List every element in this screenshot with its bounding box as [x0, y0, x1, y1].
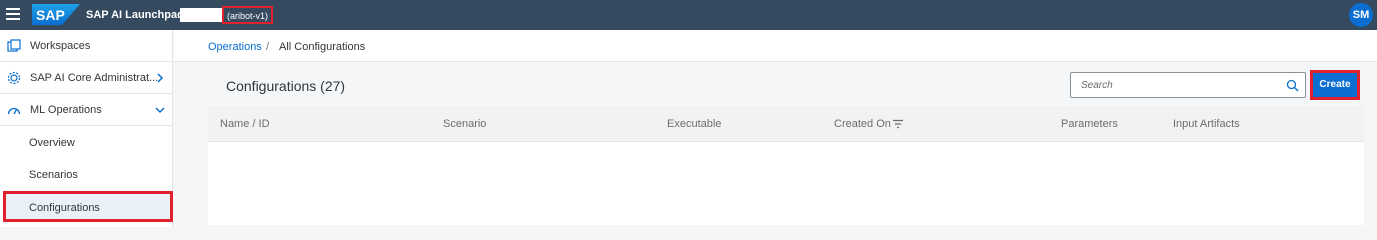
sidebar-item-label: SAP AI Core Administrat...	[30, 72, 159, 84]
breadcrumb-link-operations[interactable]: Operations	[208, 41, 262, 53]
svg-text:SAP: SAP	[36, 7, 65, 23]
sort-icon[interactable]	[892, 119, 904, 129]
redacted-tenant-name	[180, 8, 222, 22]
sidebar-item-overview[interactable]: Overview	[0, 127, 173, 159]
page-title: Configurations (27)	[226, 78, 346, 94]
column-header-input-artifacts[interactable]: Input Artifacts	[1173, 118, 1240, 130]
sidebar-item-ai-core-admin[interactable]: SAP AI Core Administrat...	[0, 62, 173, 94]
search-icon[interactable]	[1286, 79, 1299, 92]
search-placeholder: Search	[1081, 80, 1113, 91]
sidebar-item-label: ML Operations	[30, 104, 102, 116]
sidebar: Workspaces SAP AI Core Administrat... ML…	[0, 30, 173, 227]
chevron-down-icon	[155, 107, 165, 114]
search-input[interactable]: Search	[1070, 72, 1306, 98]
column-header-scenario[interactable]: Scenario	[443, 118, 486, 130]
column-header-created-on[interactable]: Created On	[834, 118, 891, 130]
app-title: SAP AI Launchpad	[86, 9, 184, 21]
avatar[interactable]: SM	[1349, 3, 1373, 27]
configurations-table: Name / ID Scenario Executable Created On…	[208, 106, 1364, 225]
breadcrumb: Operations / All Configurations	[174, 30, 1377, 62]
sidebar-item-workspaces[interactable]: Workspaces	[0, 30, 173, 62]
breadcrumb-current: All Configurations	[279, 41, 366, 53]
ml-operations-icon	[7, 107, 21, 115]
column-header-parameters[interactable]: Parameters	[1061, 118, 1118, 130]
sidebar-item-configurations[interactable]: Configurations	[0, 192, 173, 224]
sidebar-item-label: Configurations	[29, 202, 100, 214]
sidebar-item-label: Scenarios	[29, 169, 78, 181]
column-header-name[interactable]: Name / ID	[220, 118, 270, 130]
admin-gear-icon	[7, 71, 21, 85]
tenant-label: (aribot-v1)	[222, 6, 274, 24]
table-header: Name / ID Scenario Executable Created On…	[208, 106, 1364, 142]
chevron-right-icon	[157, 73, 164, 83]
sidebar-item-label: Overview	[29, 137, 75, 149]
menu-icon[interactable]	[6, 8, 20, 20]
sidebar-item-label: Workspaces	[30, 40, 91, 52]
shell-bar: SAP SAP AI Launchpad (aribot-v1) SM	[0, 0, 1377, 30]
sidebar-item-ml-operations[interactable]: ML Operations	[0, 94, 173, 126]
sidebar-item-scenarios[interactable]: Scenarios	[0, 159, 173, 191]
sap-logo[interactable]: SAP	[32, 4, 80, 25]
create-button[interactable]: Create	[1313, 73, 1357, 97]
column-header-executable[interactable]: Executable	[667, 118, 721, 130]
workspaces-icon	[7, 39, 21, 52]
breadcrumb-separator: /	[266, 41, 270, 53]
